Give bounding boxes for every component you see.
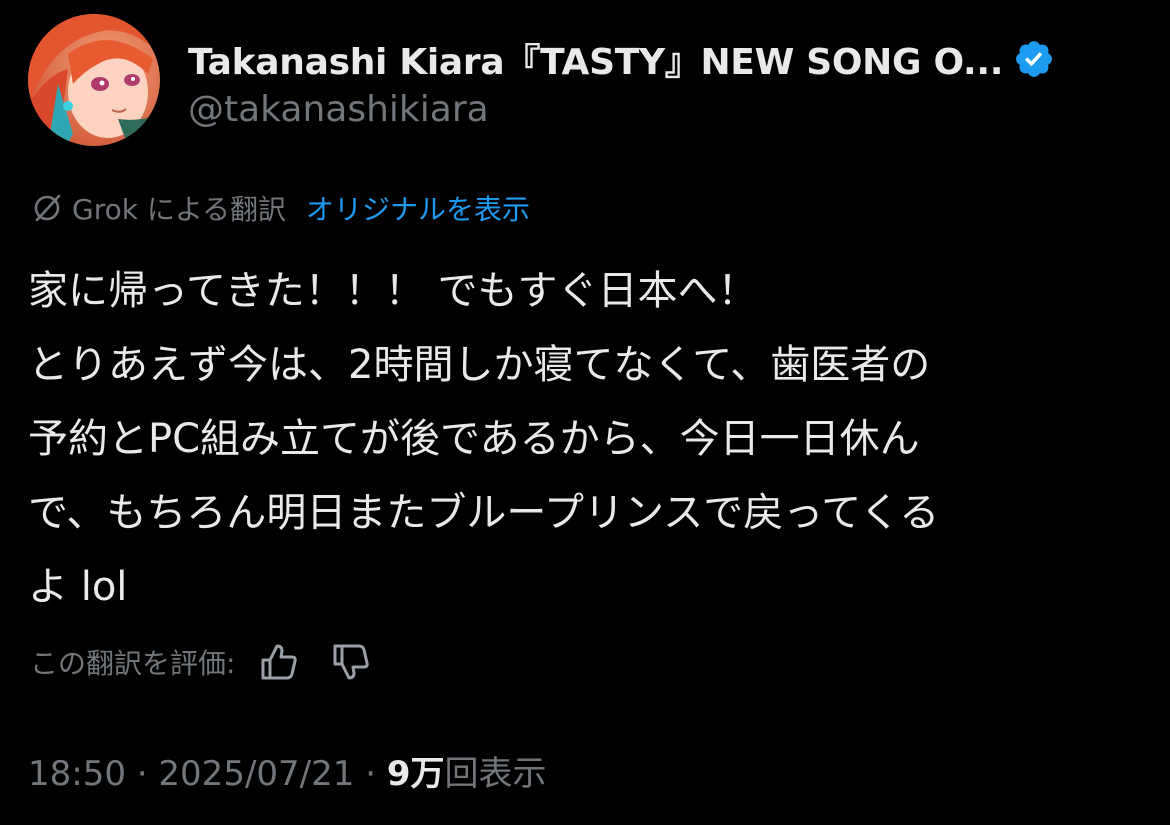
display-name[interactable]: Takanashi Kiara『TASTY』NEW SONG O... <box>188 33 1003 85</box>
translation-info: Grok による翻訳 オリジナルを表示 <box>30 188 530 228</box>
avatar[interactable] <box>28 14 160 146</box>
tweet-text-line: よ lol <box>28 564 128 610</box>
views-label: 回表示 <box>444 754 547 794</box>
tweet-meta: 18:50 · 2025/07/21 · 9万回表示 <box>28 746 547 795</box>
thumbs-down-icon[interactable] <box>329 640 373 684</box>
tweet-text-line: 家に帰ってきた！！！ でもすぐ日本へ！ <box>28 268 758 314</box>
grok-slash-icon <box>34 194 61 222</box>
tweet-text-line: で、もちろん明日またブループリンスで戻ってくる <box>28 490 940 536</box>
meta-separator: · <box>354 754 387 794</box>
tweet-text: 家に帰ってきた！！！ でもすぐ日本へ！ とりあえず今は、2時間しか寝てなくて、歯… <box>28 254 1143 624</box>
tweet-time[interactable]: 18:50 <box>28 754 126 794</box>
tweet-text-line: とりあえず今は、2時間しか寝てなくて、歯医者の <box>28 342 931 388</box>
tweet-text-line: 予約とPC組み立てが後であるから、今日一日休ん <box>28 416 920 462</box>
rate-translation: この翻訳を評価: <box>30 640 373 684</box>
tweet-date[interactable]: 2025/07/21 <box>158 754 354 794</box>
translation-source-label: Grok による翻訳 <box>72 193 287 226</box>
rate-translation-label: この翻訳を評価: <box>30 647 236 680</box>
verified-badge-icon <box>1016 40 1053 77</box>
views-count: 9万 <box>386 754 445 794</box>
show-original-link[interactable]: オリジナルを表示 <box>306 188 530 228</box>
thumbs-up-icon[interactable] <box>257 640 301 684</box>
meta-separator: · <box>125 754 159 794</box>
tweet-header: Takanashi Kiara『TASTY』NEW SONG O... @tak… <box>28 14 1055 146</box>
avatar-image <box>28 14 160 146</box>
user-handle[interactable]: @takanashikiara <box>188 89 1055 130</box>
